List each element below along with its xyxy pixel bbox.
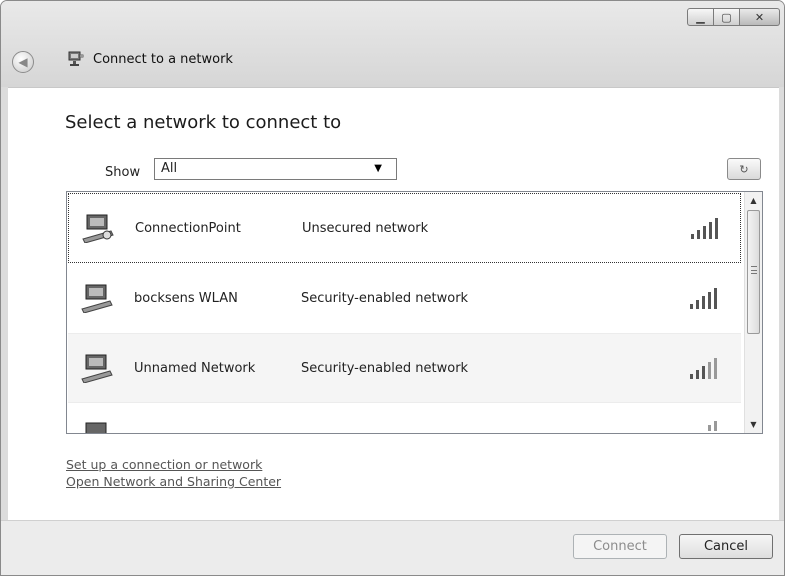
minimize-icon: ▁: [696, 10, 705, 24]
wireless-network-icon: [85, 422, 107, 433]
title-bar: ▁ ▢ ✕ ◀ Connect to a network: [1, 1, 784, 87]
connect-button[interactable]: Connect: [573, 534, 667, 559]
window-controls: ▁ ▢ ✕: [687, 8, 780, 26]
network-name: bocksens WLAN: [134, 290, 238, 306]
cancel-button[interactable]: Cancel: [679, 534, 773, 559]
scroll-grip-icon: [751, 266, 757, 274]
scrollbar-thumb[interactable]: [747, 210, 760, 334]
show-label: Show: [105, 165, 141, 180]
show-filter-select[interactable]: All ▼: [154, 158, 397, 180]
back-button[interactable]: ◀: [12, 51, 34, 73]
network-list-item[interactable]: Unnamed Network Security-enabled network: [68, 333, 741, 403]
network-security: Security-enabled network: [301, 360, 469, 376]
scroll-up-icon: ▲: [750, 196, 757, 205]
scroll-up-button[interactable]: ▲: [745, 192, 762, 209]
network-list-scrollbar[interactable]: ▲ ▼: [744, 192, 762, 433]
wireless-network-icon: [81, 284, 113, 313]
network-security: Security-enabled network: [301, 290, 469, 306]
scroll-down-button[interactable]: ▼: [745, 416, 762, 433]
network-name: ConnectionPoint: [135, 220, 241, 236]
signal-strength-icon: [690, 288, 717, 309]
wireless-network-icon: [82, 214, 114, 243]
network-sharing-center-link[interactable]: Open Network and Sharing Center: [66, 474, 281, 489]
maximize-icon: ▢: [721, 10, 732, 24]
setup-connection-link[interactable]: Set up a connection or network: [66, 457, 262, 472]
signal-strength-icon: [690, 358, 717, 379]
chevron-down-icon: ▼: [374, 163, 382, 174]
window-title: Connect to a network: [93, 52, 233, 67]
scroll-down-icon: ▼: [750, 420, 757, 429]
back-arrow-icon: ◀: [18, 55, 28, 69]
minimize-button[interactable]: ▁: [687, 8, 714, 26]
refresh-icon: ↻: [739, 162, 749, 176]
main-content: Select a network to connect to Show All …: [8, 87, 779, 520]
network-list-item[interactable]: bocksens WLAN Security-enabled network: [68, 263, 741, 333]
network-list-item[interactable]: [68, 403, 741, 433]
page-heading: Select a network to connect to: [65, 112, 342, 133]
wireless-network-icon: [81, 354, 113, 383]
connect-to-network-window: ▁ ▢ ✕ ◀ Connect to a network Select a ne…: [0, 0, 785, 576]
show-filter-value: All: [161, 161, 178, 176]
network-list[interactable]: ConnectionPoint Unsecured network bockse…: [66, 191, 763, 434]
refresh-button[interactable]: ↻: [727, 158, 761, 180]
close-icon: ✕: [754, 10, 765, 24]
maximize-button[interactable]: ▢: [714, 8, 740, 26]
signal-strength-icon: [708, 421, 717, 431]
network-list-item[interactable]: ConnectionPoint Unsecured network: [68, 193, 741, 263]
network-name: Unnamed Network: [134, 360, 256, 376]
network-connection-icon: [68, 51, 84, 66]
network-security: Unsecured network: [302, 220, 429, 236]
dialog-footer: Connect Cancel: [1, 520, 784, 575]
close-button[interactable]: ✕: [740, 8, 780, 26]
signal-strength-icon: [691, 218, 718, 239]
